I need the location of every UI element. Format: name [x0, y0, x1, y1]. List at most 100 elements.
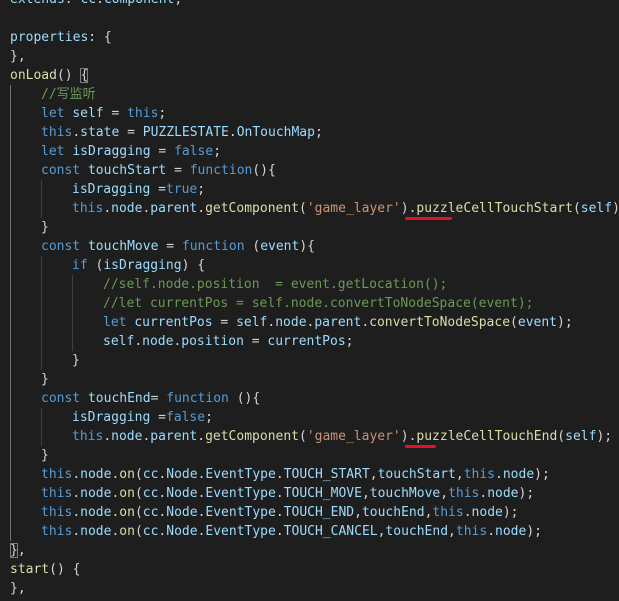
code-token: self: [565, 429, 597, 444]
code-token: ;: [197, 182, 206, 197]
code-token: cc: [80, 0, 96, 7]
code-line[interactable]: let currentPos = self.node.parent.conver…: [10, 313, 619, 332]
code-token: false: [165, 410, 206, 425]
code-token: =: [166, 163, 190, 178]
indent-guide: [10, 275, 41, 294]
code-token: event: [517, 315, 558, 330]
code-token: this: [432, 505, 464, 520]
indent-guide: [10, 313, 41, 332]
code-line[interactable]: },: [10, 579, 619, 598]
code-token: .: [495, 467, 503, 482]
code-token: EventType: [205, 486, 276, 501]
code-line[interactable]: isDragging =true;: [10, 180, 619, 199]
code-token: this: [455, 524, 488, 539]
code-token: this: [41, 486, 73, 501]
code-token: ;: [158, 106, 167, 121]
code-token: state: [80, 125, 120, 140]
code-token: node: [80, 524, 112, 539]
code-token: isDragging: [103, 258, 182, 273]
code-token: (: [299, 201, 307, 216]
code-token: ){: [299, 239, 315, 254]
code-line[interactable]: }: [10, 446, 619, 465]
indent-guide: [10, 294, 41, 313]
code-line[interactable]: }: [10, 370, 619, 389]
code-line[interactable]: this.node.on(cc.Node.EventType.TOUCH_MOV…: [10, 484, 619, 503]
code-token: }: [41, 220, 49, 235]
code-token: 'game_layer': [306, 201, 401, 216]
code-token: node: [80, 486, 112, 501]
indent-guide: [41, 275, 72, 294]
code-line[interactable]: let self = this;: [10, 104, 619, 123]
code-line[interactable]: this.node.on(cc.Node.EventType.TOUCH_END…: [10, 503, 619, 522]
code-token: (: [557, 429, 566, 444]
indent-guide: [41, 408, 72, 427]
code-token: touchEnd: [385, 524, 449, 539]
code-line[interactable]: let isDragging = false;: [10, 142, 619, 161]
code-line[interactable]: },: [10, 47, 619, 66]
code-token: self: [72, 106, 104, 121]
code-token: .: [96, 0, 104, 7]
indent-guide: [41, 256, 72, 275]
indent-guide: [10, 465, 41, 484]
code-line[interactable]: //写监听: [10, 85, 619, 104]
code-line[interactable]: this.node.on(cc.Node.EventType.TOUCH_STA…: [10, 465, 619, 484]
code-token: parent: [150, 201, 198, 216]
code-token: touchStart: [87, 163, 167, 178]
code-token: this: [41, 505, 73, 520]
code-line[interactable]: const touchMove = function (event){: [10, 237, 619, 256]
code-line[interactable]: const touchEnd= function (){: [10, 389, 619, 408]
code-line[interactable]: if (isDragging) {: [10, 256, 619, 275]
code-token: =: [150, 410, 166, 425]
code-line[interactable]: this.node.on(cc.Node.EventType.TOUCH_CAN…: [10, 522, 619, 541]
code-token: cc: [142, 467, 159, 482]
code-token: puzzleCellTouchStart: [416, 201, 573, 216]
code-line[interactable]: extends: cc.Component,: [10, 0, 619, 9]
indent-guide: [10, 142, 41, 161]
code-line[interactable]: },: [10, 541, 619, 560]
code-line[interactable]: self.node.position = currentPos;: [10, 332, 619, 351]
code-line[interactable]: this.node.parent.getComponent('game_laye…: [10, 199, 619, 220]
code-line[interactable]: this.node.parent.getComponent('game_laye…: [10, 427, 619, 448]
code-token: .: [275, 467, 284, 482]
code-token: touchEnd: [361, 505, 425, 520]
code-token: =: [158, 239, 182, 254]
code-token: =: [119, 125, 143, 140]
code-token: ;: [314, 125, 323, 140]
code-line[interactable]: }: [10, 218, 619, 237]
code-token: .: [72, 486, 81, 501]
code-token: .: [72, 467, 81, 482]
code-line[interactable]: properties: {: [10, 28, 619, 47]
code-token: //let currentPos = self.node.convertToNo…: [103, 296, 534, 311]
indent-guide: [41, 294, 72, 313]
code-line[interactable]: start() {: [10, 560, 619, 579]
code-line[interactable]: [10, 9, 619, 28]
code-token: .: [134, 334, 143, 349]
indent-guide: [41, 427, 72, 446]
code-token: .: [487, 524, 496, 539]
code-line[interactable]: //let currentPos = self.node.convertToNo…: [10, 294, 619, 313]
code-token: touchStart: [377, 467, 456, 482]
code-token: .: [103, 201, 112, 216]
code-token: EventType: [205, 467, 276, 482]
code-token: function: [189, 163, 253, 178]
code-editor[interactable]: extends: cc.Component,properties: {},onL…: [0, 0, 619, 601]
code-token: ) {: [181, 258, 206, 273]
code-token: parent: [150, 429, 198, 444]
code-token: );: [596, 429, 613, 444]
code-token: let: [41, 106, 73, 121]
code-line[interactable]: onLoad() {: [10, 66, 619, 85]
code-token: ).: [400, 201, 417, 216]
code-token: getComponent: [205, 429, 299, 444]
code-token: }: [41, 372, 49, 387]
code-line[interactable]: this.state = PUZZLESTATE.OnTouchMap;: [10, 123, 619, 142]
code-line[interactable]: isDragging =false;: [10, 408, 619, 427]
code-line[interactable]: //self.node.position = event.getLocation…: [10, 275, 619, 294]
code-line[interactable]: }: [10, 351, 619, 370]
code-line[interactable]: const touchStart = function(){: [10, 161, 619, 180]
code-token: self: [580, 201, 613, 216]
code-token: const: [41, 391, 88, 406]
indent-guide: [10, 161, 41, 180]
code-token: ,: [17, 543, 26, 558]
code-token: node: [142, 334, 174, 349]
code-token: on: [119, 524, 135, 539]
